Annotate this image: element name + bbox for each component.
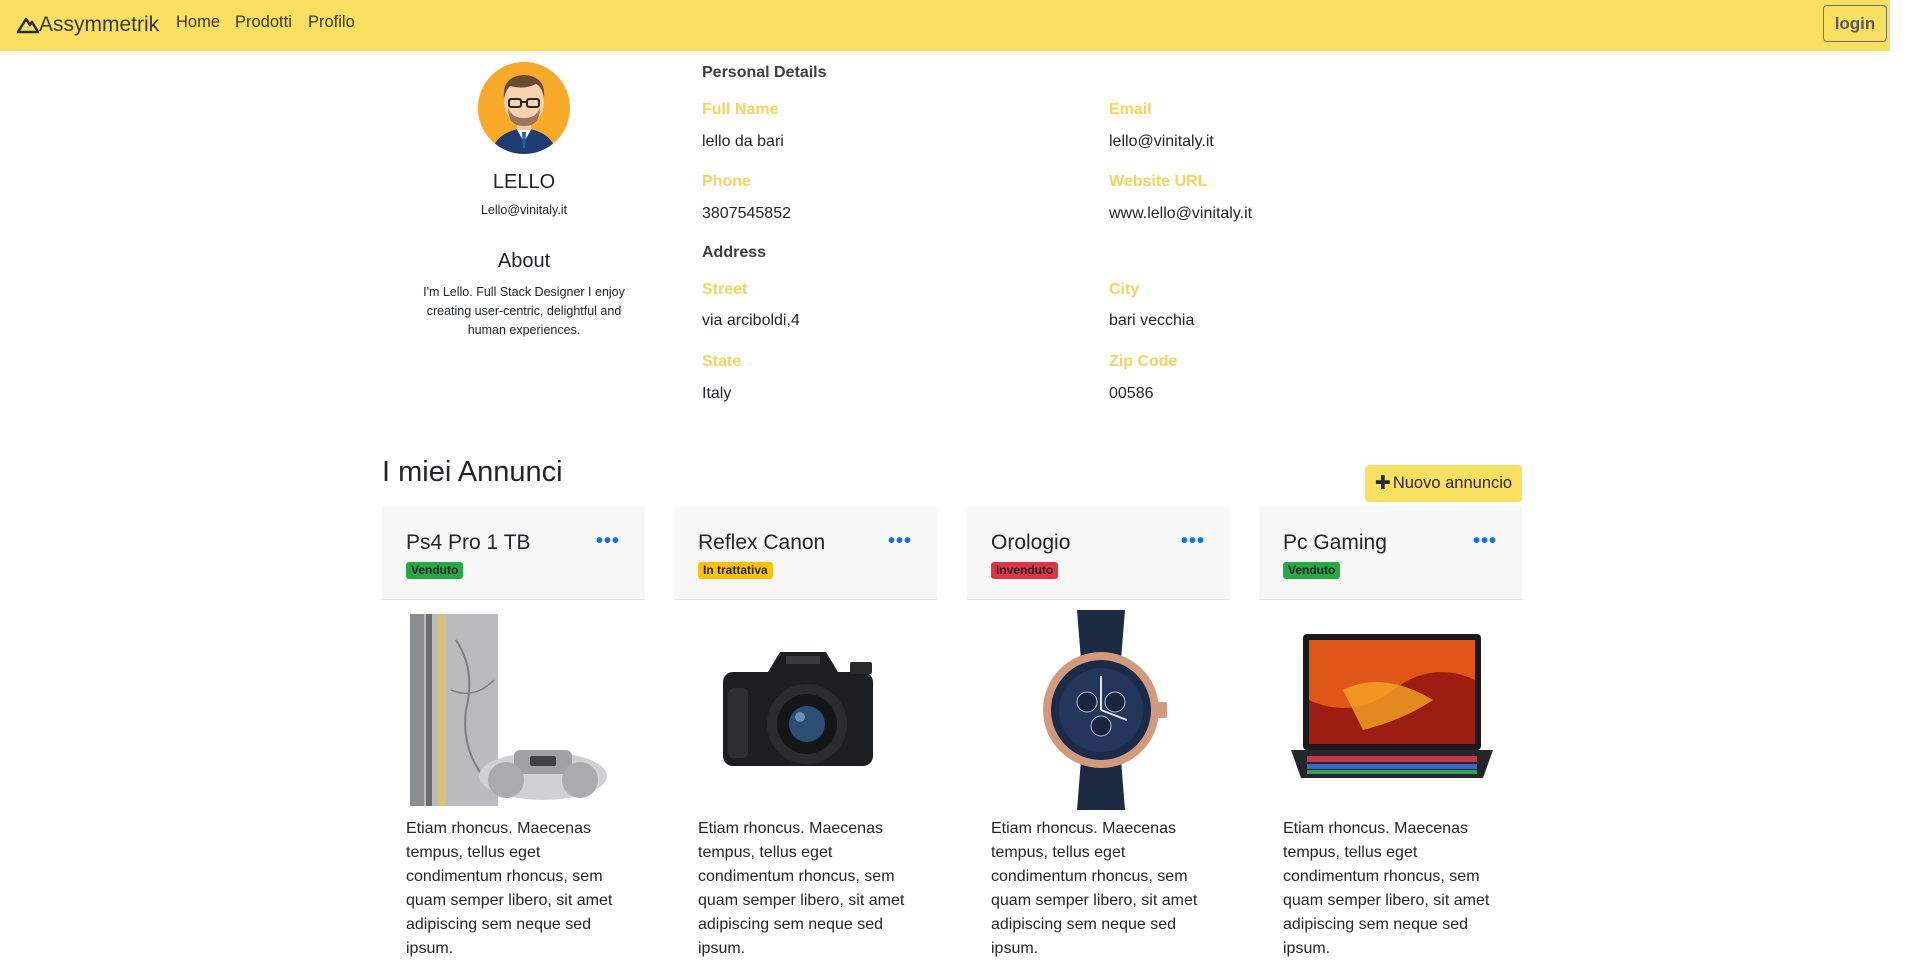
zip-value: 00586 [1109, 385, 1154, 402]
login-button[interactable]: login [1823, 5, 1887, 42]
brand-name: Assymmetrik [39, 13, 160, 36]
camera-image [723, 652, 873, 766]
card-title: Orologio [991, 531, 1071, 554]
state-value: Italy [702, 385, 732, 402]
state-label: State [702, 353, 742, 370]
email-value: lello@vinitaly.it [1109, 133, 1214, 150]
nav-link-prodotti[interactable]: Prodotti [235, 13, 292, 32]
street-label: Street [702, 281, 748, 298]
card-title: Ps4 Pro 1 TB [406, 531, 531, 554]
status-badge: Venduto [1283, 562, 1341, 579]
more-options-icon[interactable]: ••• [888, 530, 912, 553]
card-title: Reflex Canon [698, 531, 826, 554]
profile-email: Lello@vinitaly.it [480, 203, 568, 217]
status-badge: Venduto [406, 562, 464, 579]
phone-value: 3807545852 [702, 205, 791, 222]
city-value: bari vecchia [1109, 312, 1195, 329]
website-label: Website URL [1109, 173, 1208, 190]
more-options-icon[interactable]: ••• [596, 530, 620, 553]
profile-name: LELLO [492, 171, 556, 193]
brand-mountain-icon [17, 17, 39, 34]
nav-link-profilo[interactable]: Profilo [308, 13, 355, 32]
card-header: Orologio ••• Invenduto [967, 506, 1230, 600]
about-text: I'm Lello. Full Stack Designer I enjoy c… [423, 285, 625, 337]
brand-logo[interactable]: Assymmetrik [17, 10, 159, 40]
address-title: Address [702, 244, 767, 261]
avatar-illustration-icon [478, 62, 570, 154]
zip-label: Zip Code [1109, 353, 1178, 370]
ps4-console-image [410, 614, 607, 806]
new-listing-label: Nuovo annuncio [1392, 474, 1513, 492]
more-options-icon[interactable]: ••• [1473, 530, 1497, 553]
new-listing-button[interactable]: ✚ Nuovo annuncio [1365, 465, 1522, 502]
full-name-value: lello da bari [702, 133, 784, 150]
watch-image [1043, 610, 1167, 810]
annunci-title: I miei Annunci [382, 456, 563, 488]
email-label: Email [1109, 101, 1152, 118]
card-header: Ps4 Pro 1 TB ••• Venduto [382, 506, 645, 600]
street-value: via arciboldi,4 [702, 312, 800, 329]
status-badge: Invenduto [991, 562, 1059, 579]
card-description: Etiam rhoncus. Maecenas tempus, tellus e… [991, 820, 1198, 957]
card-description: Etiam rhoncus. Maecenas tempus, tellus e… [406, 820, 613, 957]
listing-card[interactable]: Orologio ••• Invenduto Etiam rhoncus. Ma… [967, 506, 1230, 963]
listing-card[interactable]: Ps4 Pro 1 TB ••• Venduto Etiam rhoncus. … [382, 506, 645, 963]
listing-card[interactable]: Reflex Canon ••• In trattativa Etiam rho… [674, 506, 937, 963]
card-description: Etiam rhoncus. Maecenas tempus, tellus e… [698, 820, 905, 957]
more-options-icon[interactable]: ••• [1181, 530, 1205, 553]
card-header: Pc Gaming ••• Venduto [1259, 506, 1522, 600]
avatar [478, 62, 570, 154]
personal-details-title: Personal Details [702, 64, 827, 81]
listing-card[interactable]: Pc Gaming ••• Venduto Etiam rhoncus. Mae… [1259, 506, 1522, 963]
phone-label: Phone [702, 173, 751, 190]
card-title: Pc Gaming [1283, 531, 1387, 554]
plus-icon: ✚ [1374, 473, 1391, 494]
card-header: Reflex Canon ••• In trattativa [674, 506, 937, 600]
nav-link-home[interactable]: Home [176, 13, 220, 32]
city-label: City [1109, 281, 1140, 298]
full-name-label: Full Name [702, 101, 779, 118]
status-badge: In trattativa [698, 562, 773, 579]
scrollbar[interactable] [1890, 0, 1906, 963]
laptop-image [1291, 634, 1493, 778]
website-value: www.lello@vinitaly.it [1109, 205, 1253, 222]
navbar: Assymmetrik Home Prodotti Profilo login [0, 0, 1906, 51]
card-description: Etiam rhoncus. Maecenas tempus, tellus e… [1283, 820, 1490, 957]
about-title: About [497, 250, 551, 272]
